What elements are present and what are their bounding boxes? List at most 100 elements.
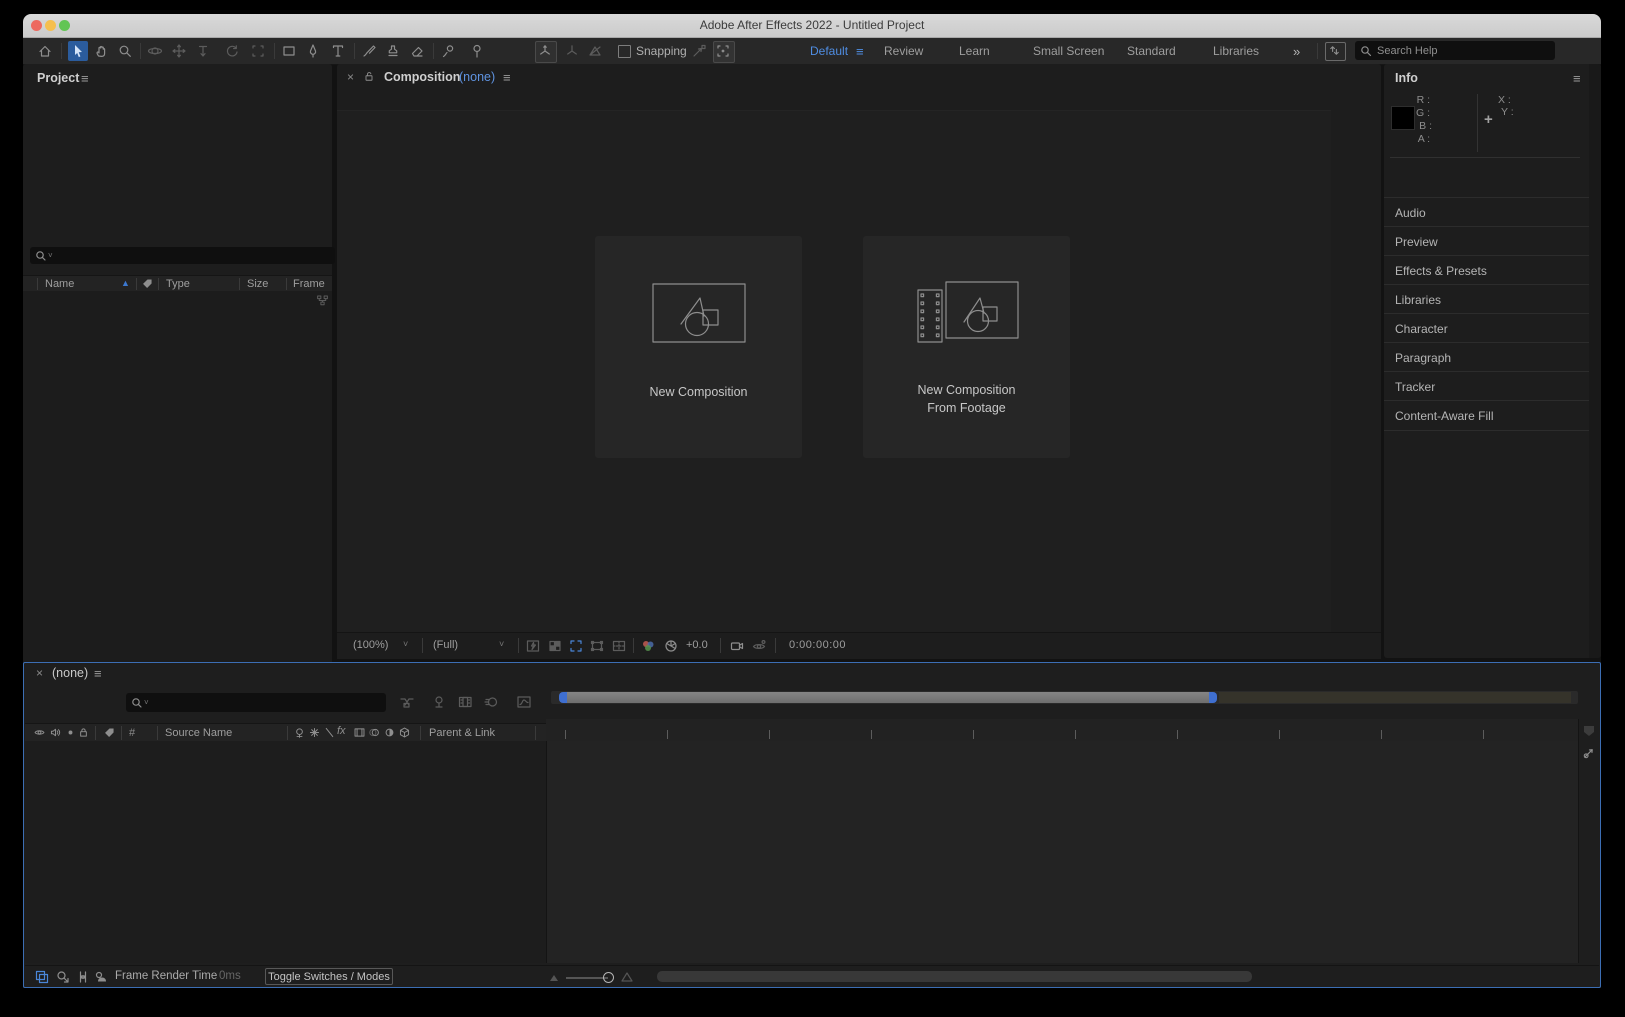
column-size[interactable]: Size <box>247 278 268 290</box>
orbit-camera-tool-icon[interactable] <box>147 43 163 59</box>
shy-switch-icon[interactable] <box>293 726 306 739</box>
time-ruler[interactable] <box>546 719 1578 742</box>
camera-roi-tool-icon[interactable] <box>250 43 266 59</box>
transparency-grid-icon[interactable] <box>547 638 563 654</box>
project-search-box[interactable]: ˅ <box>30 247 335 264</box>
sidebar-item-audio[interactable]: Audio <box>1384 197 1589 227</box>
audio-speaker-icon[interactable] <box>49 726 62 739</box>
motion-blur-icon[interactable] <box>483 694 499 710</box>
pen-tool-icon[interactable] <box>305 43 321 59</box>
mask-feather-visibility-button[interactable] <box>713 41 735 63</box>
unlock-icon[interactable] <box>363 70 375 83</box>
snapping-checkbox[interactable] <box>618 45 631 58</box>
workspace-manager-icon[interactable] <box>1325 42 1346 61</box>
snap-vector-icon[interactable] <box>691 43 707 59</box>
timeline-horizontal-scrollbar[interactable] <box>657 971 1252 982</box>
timeline-panel-menu-icon[interactable]: ≡ <box>94 666 102 681</box>
project-search-input[interactable] <box>53 249 330 263</box>
motion-blur-switch-icon[interactable] <box>368 726 381 739</box>
time-navigator-start-handle[interactable] <box>559 692 567 703</box>
rectangle-tool-icon[interactable] <box>281 43 297 59</box>
workspace-tab-review[interactable]: Review <box>884 44 923 58</box>
guides-grid-icon[interactable] <box>611 638 627 654</box>
timeline-close-tab-icon[interactable]: × <box>36 666 43 680</box>
timecode-display[interactable]: 0:00:00:00 <box>789 639 846 651</box>
zoom-tool-icon[interactable] <box>117 43 133 59</box>
timeline-zoom-slider-track[interactable] <box>566 977 608 979</box>
workspace-tab-standard[interactable]: Standard <box>1127 44 1176 58</box>
graph-editor-icon[interactable] <box>516 694 532 710</box>
track-area[interactable] <box>546 741 1579 963</box>
clone-stamp-tool-icon[interactable] <box>385 43 401 59</box>
project-item-list[interactable] <box>23 291 332 684</box>
timeline-zoom-slider-handle[interactable] <box>603 972 614 983</box>
puppet-pin-tool-icon[interactable] <box>469 43 485 59</box>
workspace-overflow-icon[interactable]: » <box>1293 44 1300 59</box>
info-panel-menu-icon[interactable]: ≡ <box>1573 71 1581 86</box>
column-type[interactable]: Type <box>166 278 190 290</box>
view-axis-mode-icon[interactable] <box>587 43 603 59</box>
composition-mini-flowchart-icon[interactable] <box>399 694 415 710</box>
sidebar-item-paragraph[interactable]: Paragraph <box>1384 342 1589 372</box>
snapshot-camera-icon[interactable] <box>729 638 745 654</box>
workspace-tab-learn[interactable]: Learn <box>959 44 990 58</box>
adjustment-layer-icon[interactable] <box>383 726 396 739</box>
frame-blend-switch-icon[interactable] <box>353 726 366 739</box>
new-composition-from-footage-card[interactable]: New Composition From Footage <box>863 236 1070 458</box>
time-navigator-bar[interactable] <box>567 692 1209 703</box>
draft-3d-icon[interactable] <box>431 694 447 710</box>
render-queue-icon[interactable] <box>55 969 71 985</box>
type-tool-icon[interactable] <box>330 43 346 59</box>
sidebar-item-character[interactable]: Character <box>1384 313 1589 343</box>
composition-panel-menu-icon[interactable]: ≡ <box>503 70 511 85</box>
local-axis-mode-button[interactable] <box>535 41 557 63</box>
eraser-tool-icon[interactable] <box>409 43 425 59</box>
exposure-value[interactable]: +0.0 <box>686 639 708 651</box>
column-parent-link[interactable]: Parent & Link <box>429 727 495 739</box>
sort-ascending-icon[interactable]: ▲ <box>121 278 130 288</box>
info-panel-title[interactable]: Info <box>1395 71 1418 85</box>
project-panel-title[interactable]: Project <box>37 71 79 85</box>
sidebar-item-libraries[interactable]: Libraries <box>1384 284 1589 314</box>
layer-list-area[interactable] <box>25 741 546 963</box>
show-snapshot-icon[interactable] <box>751 638 767 654</box>
time-navigator-end-handle[interactable] <box>1209 692 1217 703</box>
world-axis-mode-icon[interactable] <box>564 43 580 59</box>
brush-tool-icon[interactable] <box>361 43 377 59</box>
exposure-shutter-icon[interactable] <box>663 638 679 654</box>
selection-tool[interactable] <box>68 41 88 61</box>
effects-fx-icon[interactable]: fx <box>337 725 346 737</box>
sidebar-item-tracker[interactable]: Tracker <box>1384 371 1589 401</box>
column-name[interactable]: Name <box>45 278 74 290</box>
rotation-tool-icon[interactable] <box>224 43 240 59</box>
time-navigator-track[interactable] <box>551 691 1578 704</box>
scrollbar-thumb-icon[interactable] <box>1581 723 1597 739</box>
quality-icon[interactable] <box>323 726 336 739</box>
3d-layer-cube-icon[interactable] <box>398 726 411 739</box>
zoom-out-mountain-icon[interactable] <box>549 974 559 982</box>
mask-visibility-icon[interactable] <box>589 638 605 654</box>
label-color-column-icon[interactable] <box>103 726 116 739</box>
fast-preview-icon[interactable] <box>525 638 541 654</box>
video-eye-icon[interactable] <box>33 726 46 739</box>
zoom-in-mountain-icon[interactable] <box>621 972 633 982</box>
lock-icon[interactable] <box>77 726 90 739</box>
channel-color-icon[interactable] <box>640 638 656 654</box>
sidebar-item-content-aware-fill[interactable]: Content-Aware Fill <box>1384 400 1589 431</box>
sidebar-item-preview[interactable]: Preview <box>1384 226 1589 256</box>
in-out-panels-icon[interactable] <box>75 969 91 985</box>
roto-brush-tool-icon[interactable] <box>440 43 456 59</box>
sidebar-item-effects-presets[interactable]: Effects & Presets <box>1384 255 1589 285</box>
solo-icon[interactable] <box>64 726 77 739</box>
magnification-value[interactable]: (100%) <box>353 639 388 651</box>
timeline-scrollbar-gutter[interactable] <box>1578 719 1600 963</box>
column-source-name[interactable]: Source Name <box>165 727 232 739</box>
close-tab-icon[interactable]: × <box>347 70 354 84</box>
workspace-default-menu-icon[interactable]: ≡ <box>856 44 864 59</box>
comp-marker-bin-icon[interactable] <box>1581 745 1596 760</box>
toggle-switches-modes-button[interactable]: Toggle Switches / Modes <box>265 968 393 985</box>
timeline-tab-label[interactable]: (none) <box>52 666 88 680</box>
composition-tab-label[interactable]: Composition <box>384 70 460 84</box>
pan-camera-tool-icon[interactable] <box>171 43 187 59</box>
sidebar-scrollbar-gutter[interactable] <box>1589 64 1601 658</box>
